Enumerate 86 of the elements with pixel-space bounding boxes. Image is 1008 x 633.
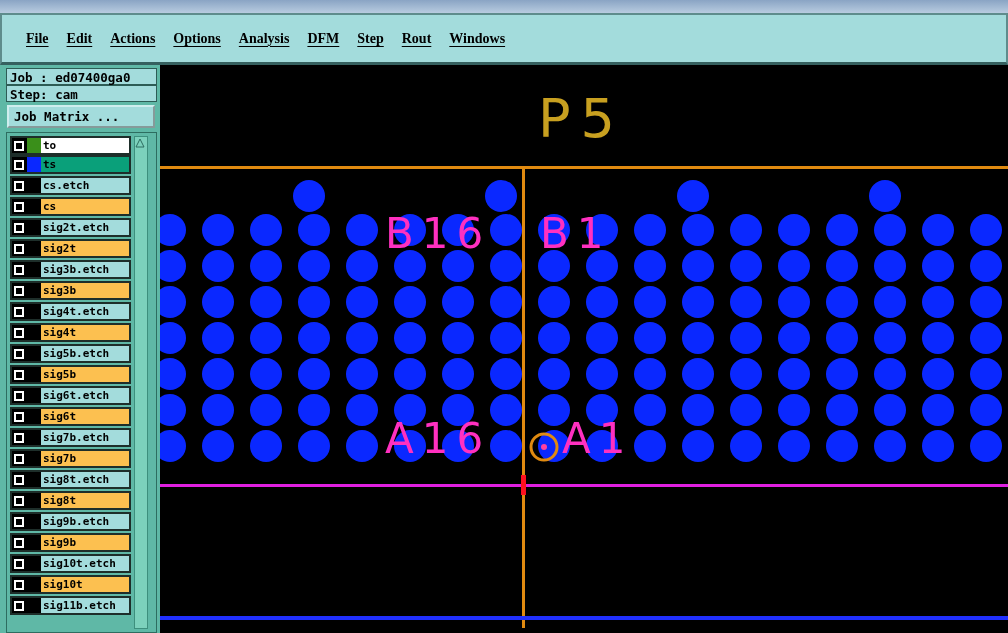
layer-row[interactable]: ts [10, 155, 131, 174]
layer-checkbox[interactable] [14, 600, 24, 611]
scroll-up-icon[interactable] [135, 137, 145, 149]
menu-item[interactable]: Edit [60, 30, 99, 47]
layer-row[interactable]: sig7b [10, 449, 131, 468]
layer-name: sig6t [41, 409, 129, 424]
layer-name: sig4t.etch [41, 304, 129, 319]
layer-name: sig2t.etch [41, 220, 129, 235]
layer-name: sig7b.etch [41, 430, 129, 445]
layer-row[interactable]: sig3b.etch [10, 260, 131, 279]
layer-checkbox[interactable] [14, 327, 24, 338]
layer-checkbox[interactable] [14, 495, 24, 506]
layer-name: sig10t [41, 577, 129, 592]
layer-name: ts [41, 157, 129, 172]
layer-row[interactable]: sig10t.etch [10, 554, 131, 573]
layer-checkbox[interactable] [14, 159, 24, 170]
layer-name: sig3b.etch [41, 262, 129, 277]
layer-row[interactable]: to [10, 136, 131, 155]
layer-name: sig8t.etch [41, 472, 129, 487]
menu-item[interactable]: Options [167, 30, 227, 47]
layer-name: sig9b.etch [41, 514, 129, 529]
layer-name: sig7b [41, 451, 129, 466]
layer-row[interactable]: sig7b.etch [10, 428, 131, 447]
menu-item[interactable]: Analysis [232, 30, 296, 47]
layer-row[interactable]: sig9b [10, 533, 131, 552]
layer-row[interactable]: cs [10, 197, 131, 216]
layer-checkbox[interactable] [14, 201, 24, 212]
layer-name: cs [41, 199, 129, 214]
layer-row[interactable]: sig5b.etch [10, 344, 131, 363]
component-label: P5 [538, 87, 625, 150]
layer-checkbox[interactable] [14, 222, 24, 233]
layer-name: sig10t.etch [41, 556, 129, 571]
layer-row[interactable]: sig8t [10, 491, 131, 510]
layer-row[interactable]: sig4t [10, 323, 131, 342]
layer-row[interactable]: sig3b [10, 281, 131, 300]
menu-item[interactable]: DFM [301, 30, 346, 47]
layer-checkbox[interactable] [14, 474, 24, 485]
job-label: Job : ed07400ga0 [6, 68, 157, 85]
layer-checkbox[interactable] [14, 243, 24, 254]
job-matrix-button[interactable]: Job Matrix ... [7, 105, 155, 128]
step-label: Step: cam [6, 85, 157, 102]
layer-name: sig5b.etch [41, 346, 129, 361]
layer-checkbox[interactable] [14, 432, 24, 443]
menu-item[interactable]: File [20, 30, 55, 47]
layer-checkbox[interactable] [14, 453, 24, 464]
layer-checkbox[interactable] [14, 537, 24, 548]
layer-row[interactable]: sig11b.etch [10, 596, 131, 615]
layer-checkbox[interactable] [14, 579, 24, 590]
menu-item[interactable]: Actions [104, 30, 162, 47]
layer-row[interactable]: sig5b [10, 365, 131, 384]
layer-checkbox[interactable] [14, 516, 24, 527]
layer-name: sig8t [41, 493, 129, 508]
layer-row[interactable]: sig6t.etch [10, 386, 131, 405]
layer-name: sig11b.etch [41, 598, 129, 613]
layer-name: sig3b [41, 283, 129, 298]
layer-checkbox[interactable] [14, 558, 24, 569]
layer-name: to [41, 138, 129, 153]
layer-name: cs.etch [41, 178, 129, 193]
layer-checkbox[interactable] [14, 369, 24, 380]
layer-checkbox[interactable] [14, 180, 24, 191]
layer-row[interactable]: sig4t.etch [10, 302, 131, 321]
layer-row[interactable]: sig6t [10, 407, 131, 426]
menu-item[interactable]: Step [351, 30, 390, 47]
scrollbar[interactable] [134, 136, 148, 629]
layer-row[interactable]: sig9b.etch [10, 512, 131, 531]
layer-name: sig6t.etch [41, 388, 129, 403]
layer-checkbox[interactable] [14, 306, 24, 317]
layer-name: sig9b [41, 535, 129, 550]
menu-item[interactable]: Windows [443, 30, 512, 47]
layer-row[interactable]: sig2t.etch [10, 218, 131, 237]
layer-row[interactable]: sig10t [10, 575, 131, 594]
layer-checkbox[interactable] [14, 348, 24, 359]
layer-name: sig5b [41, 367, 129, 382]
layer-checkbox[interactable] [14, 411, 24, 422]
layer-row[interactable]: cs.etch [10, 176, 131, 195]
layer-checkbox[interactable] [14, 285, 24, 296]
layer-name: sig2t [41, 241, 129, 256]
layer-row[interactable]: sig2t [10, 239, 131, 258]
layer-checkbox[interactable] [14, 264, 24, 275]
menu-item[interactable]: Rout [395, 30, 438, 47]
layer-checkbox[interactable] [14, 390, 24, 401]
marker-icon [521, 475, 526, 495]
layer-row[interactable]: sig8t.etch [10, 470, 131, 489]
pin-one-marker-icon [529, 432, 559, 462]
layer-checkbox[interactable] [14, 140, 24, 151]
layer-name: sig4t [41, 325, 129, 340]
